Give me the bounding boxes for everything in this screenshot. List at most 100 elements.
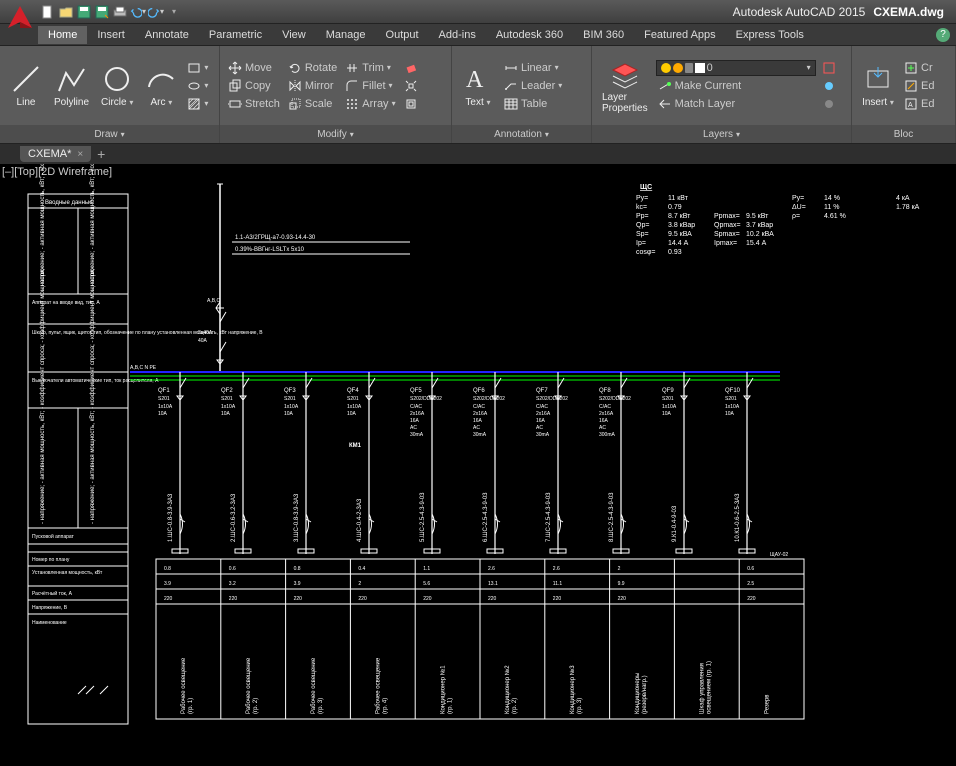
table-cell: 0.6	[747, 566, 754, 572]
layer-iso-button[interactable]	[820, 60, 838, 76]
svg-text:QF2: QF2	[221, 388, 233, 394]
edit-block-button[interactable]: Ed	[902, 78, 936, 94]
tab-home[interactable]: Home	[38, 26, 87, 44]
array-button[interactable]: Array ▾	[343, 96, 397, 112]
new-tab-button[interactable]: +	[93, 146, 109, 162]
panel-modify-label[interactable]: Modify▾	[220, 125, 451, 143]
layer-properties-button[interactable]: Layer Properties	[598, 56, 652, 116]
layer-selector[interactable]: 0 ▾	[656, 60, 816, 76]
tab-autodesk360[interactable]: Autodesk 360	[486, 26, 573, 44]
text-button[interactable]: AText ▾	[458, 61, 498, 110]
svg-text:9.5 кВт: 9.5 кВт	[746, 213, 769, 220]
svg-text:15.4 А: 15.4 А	[746, 240, 767, 247]
svg-text:ЩС: ЩС	[640, 184, 652, 191]
arc-button[interactable]: Arc ▾	[141, 61, 181, 110]
table-cell: 2.5	[747, 581, 754, 587]
tab-annotate[interactable]: Annotate	[135, 26, 199, 44]
help-icon[interactable]: ?	[936, 28, 950, 42]
close-tab-icon[interactable]: ×	[77, 149, 83, 160]
tab-output[interactable]: Output	[376, 26, 429, 44]
table-cell: 0.8	[164, 566, 171, 572]
leader-button[interactable]: Leader ▾	[502, 78, 564, 94]
qat-saveas-icon[interactable]	[94, 4, 110, 20]
offset-button[interactable]	[402, 96, 420, 112]
table-button[interactable]: Table	[502, 96, 564, 112]
svg-text:3.8 кВар: 3.8 кВар	[668, 222, 695, 229]
table-desc: Кондиционер №1(гр. 1)	[439, 665, 453, 714]
svg-text:Напряжение, В: Напряжение, В	[32, 605, 68, 611]
insert-block-button[interactable]: Insert ▾	[858, 61, 898, 110]
panel-draw-label[interactable]: Draw▾	[0, 125, 219, 143]
svg-text:ρ=: ρ=	[792, 213, 800, 220]
tab-view[interactable]: View	[272, 26, 316, 44]
scale-button[interactable]: Scale	[286, 96, 339, 112]
svg-text:1x10A: 1x10A	[284, 404, 299, 410]
circle-button[interactable]: Circle ▾	[97, 61, 137, 110]
svg-text:Пусковой аппарат: Пусковой аппарат	[32, 533, 75, 540]
rotate-button[interactable]: Rotate	[286, 60, 339, 76]
svg-text:А,В,С: А,В,С	[207, 298, 220, 304]
table-desc: Рабочее освещение(гр. 2)	[246, 657, 259, 714]
make-current-button[interactable]: Make Current	[656, 78, 816, 94]
erase-button[interactable]	[402, 60, 420, 76]
tab-parametric[interactable]: Parametric	[199, 26, 272, 44]
tab-addins[interactable]: Add-ins	[429, 26, 486, 44]
file-tab[interactable]: CXEMA* ×	[20, 146, 91, 162]
qat-open-icon[interactable]	[58, 4, 74, 20]
svg-text:S201: S201	[158, 396, 170, 402]
svg-text:1.1-А3/2ГРЩ-а7-0.93-14.4-30: 1.1-А3/2ГРЩ-а7-0.93-14.4-30	[235, 235, 316, 241]
app-menu-icon[interactable]	[4, 2, 36, 34]
svg-text:QF7: QF7	[536, 388, 548, 394]
panel-layers-label[interactable]: Layers▾	[592, 125, 851, 143]
qat-new-icon[interactable]	[40, 4, 56, 20]
panel-block: Insert ▾ Cr Ed AEd Bloc	[852, 46, 956, 143]
tab-bim360[interactable]: BIM 360	[573, 26, 634, 44]
svg-text:S201: S201	[662, 396, 674, 402]
create-block-button[interactable]: Cr	[902, 60, 936, 76]
circuit: QF8S202/DDA202C/AC2x16A16AAC300mA8.ШС-2.…	[599, 372, 631, 554]
copy-button[interactable]: Copy	[226, 78, 282, 94]
match-layer-button[interactable]: Match Layer	[656, 96, 816, 112]
tab-expresstools[interactable]: Express Tools	[726, 26, 814, 44]
svg-text:A: A	[908, 102, 913, 109]
layer-off-button[interactable]	[820, 96, 838, 112]
polyline-button[interactable]: Polyline	[50, 61, 93, 110]
mirror-button[interactable]: Mirror	[286, 78, 339, 94]
qat-redo-icon[interactable]: ▾	[148, 4, 164, 20]
rectangle-button[interactable]: ▾	[185, 60, 210, 76]
drawing-canvas[interactable]: [–][Top][2D Wireframe] Вводные данные - …	[0, 164, 956, 766]
svg-text:16A: 16A	[599, 418, 609, 424]
panel-annotation-label[interactable]: Annotation▾	[452, 125, 591, 143]
svg-text:1x10A: 1x10A	[725, 404, 740, 410]
qat-undo-icon[interactable]: ▾	[130, 4, 146, 20]
tab-featuredapps[interactable]: Featured Apps	[634, 26, 726, 44]
ribbon-tabs: Home Insert Annotate Parametric View Man…	[0, 24, 956, 46]
trim-button[interactable]: Trim ▾	[343, 60, 397, 76]
table-desc: Рабочее освещение(гр. 4)	[376, 657, 389, 714]
circuit: QF3S2011x10A10A3.ШС-0.8-3.9-3А3	[284, 372, 314, 554]
qat-customize-icon[interactable]: ▾	[166, 4, 182, 20]
panel-block-label[interactable]: Bloc	[852, 125, 955, 143]
line-button[interactable]: Line	[6, 61, 46, 110]
svg-text:4.61 %: 4.61 %	[824, 213, 846, 220]
move-button[interactable]: Move	[226, 60, 282, 76]
table-cell: 5.6	[423, 581, 430, 587]
svg-text:30mA: 30mA	[536, 432, 550, 438]
qat-plot-icon[interactable]	[112, 4, 128, 20]
svg-text:16A: 16A	[473, 418, 483, 424]
table-desc: Кондиционер №3(гр. 3)	[569, 665, 583, 714]
tab-insert[interactable]: Insert	[87, 26, 135, 44]
fillet-button[interactable]: Fillet ▾	[343, 78, 397, 94]
busbars	[130, 372, 780, 380]
linear-dim-button[interactable]: Linear ▾	[502, 60, 564, 76]
hatch-button[interactable]: ▾	[185, 96, 210, 112]
edit-attr-button[interactable]: AEd	[902, 96, 936, 112]
stretch-button[interactable]: Stretch	[226, 96, 282, 112]
ellipse-button[interactable]: ▾	[185, 78, 210, 94]
layer-freeze-button[interactable]	[820, 78, 838, 94]
qat-save-icon[interactable]	[76, 4, 92, 20]
tab-manage[interactable]: Manage	[316, 26, 376, 44]
svg-text:2x16A: 2x16A	[410, 411, 425, 417]
explode-button[interactable]	[402, 78, 420, 94]
panel-draw: Line Polyline Circle ▾ Arc ▾ ▾ ▾ ▾ Draw▾	[0, 46, 220, 143]
